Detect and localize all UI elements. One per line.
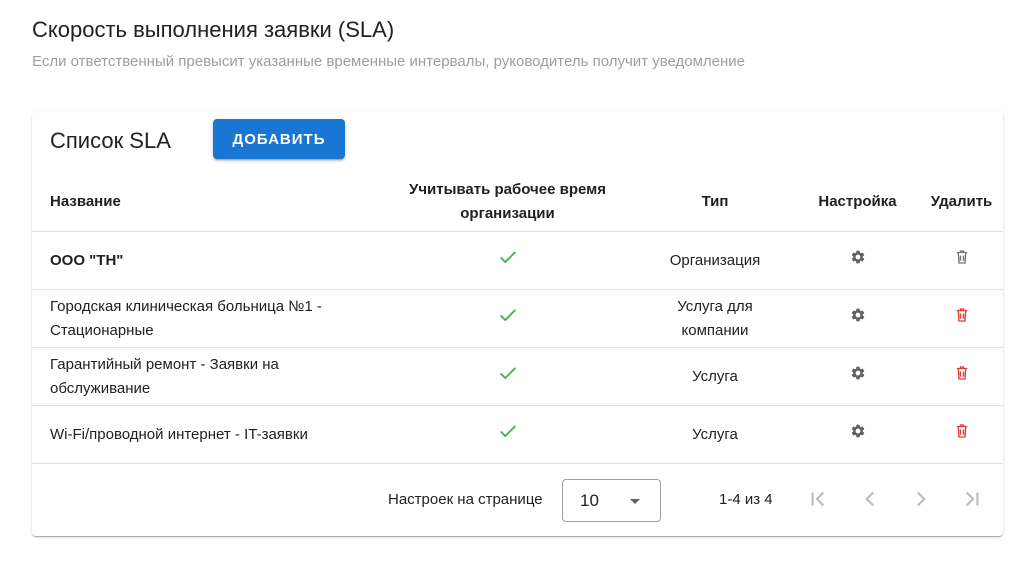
- trash-icon: [953, 248, 971, 274]
- check-icon: [497, 246, 519, 276]
- row-delete: [920, 231, 1003, 290]
- column-header-work-time-label: Учитывать рабочее время организации: [408, 180, 606, 222]
- check-icon: [497, 362, 519, 392]
- gear-icon[interactable]: [848, 363, 868, 391]
- row-work-time: [380, 231, 635, 290]
- page-title: Скорость выполнения заявки (SLA): [32, 17, 395, 42]
- row-delete: [920, 347, 1003, 406]
- gear-icon[interactable]: [848, 247, 868, 275]
- rows-per-page-label: Настроек на странице: [388, 491, 543, 508]
- row-settings: [795, 231, 920, 290]
- last-page-icon: [965, 491, 979, 507]
- add-button[interactable]: ДОБАВИТЬ: [213, 119, 345, 159]
- column-header-type: Тип: [635, 172, 795, 232]
- row-settings: [795, 405, 920, 464]
- row-name: Wi-Fi/проводной интернет - IT-заявки: [32, 405, 380, 464]
- row-type-label: Услуга: [692, 367, 738, 385]
- pagination-range: 1-4 из 4: [719, 491, 773, 508]
- row-type: Услуга для компании: [635, 289, 795, 348]
- pagination-footer: Настроек на странице 10 1-4 из 4: [32, 466, 1003, 536]
- row-type-label: Услуга: [692, 425, 738, 443]
- rows-per-page-select[interactable]: 10: [562, 479, 661, 522]
- row-name: Гарантийный ремонт - Заявки на обслужива…: [32, 347, 380, 406]
- row-type-label: Организация: [669, 251, 761, 269]
- row-work-time: [380, 347, 635, 406]
- table-row: Wi-Fi/проводной интернет - IT-заявки Услу…: [32, 405, 1003, 464]
- page-subtitle: Если ответственный превысит указанные вр…: [32, 53, 746, 70]
- row-delete: [920, 405, 1003, 464]
- rows-per-page-value: 10: [580, 491, 599, 510]
- row-work-time: [380, 289, 635, 348]
- previous-page-button[interactable]: [857, 486, 883, 512]
- sla-table: Название Учитывать рабочее время организ…: [32, 172, 1003, 464]
- trash-icon[interactable]: [953, 422, 971, 448]
- next-page-button[interactable]: [908, 486, 934, 512]
- last-page-button[interactable]: [959, 486, 985, 512]
- column-header-settings: Настройка: [795, 172, 920, 232]
- table-header-row: Название Учитывать рабочее время организ…: [32, 172, 1003, 232]
- chevron-left-icon: [865, 491, 875, 507]
- row-type: Услуга: [635, 405, 795, 464]
- row-type: Услуга: [635, 347, 795, 406]
- row-type-label: Услуга для компании: [677, 297, 753, 339]
- row-name: Городская клиническая больница №1 - Стац…: [32, 289, 380, 348]
- table-row: ООО "ТН" Организация: [32, 231, 1003, 290]
- first-page-button[interactable]: [805, 486, 831, 512]
- check-icon: [497, 420, 519, 450]
- row-type: Организация: [635, 231, 795, 290]
- card-title: Список SLA: [50, 128, 171, 153]
- column-header-name: Название: [32, 172, 380, 232]
- row-settings: [795, 289, 920, 348]
- row-settings: [795, 347, 920, 406]
- table-row: Городская клиническая больница №1 - Стац…: [32, 289, 1003, 348]
- trash-icon[interactable]: [953, 364, 971, 390]
- column-header-delete: Удалить: [920, 172, 1003, 232]
- first-page-icon: [811, 491, 825, 507]
- table-row: Гарантийный ремонт - Заявки на обслужива…: [32, 347, 1003, 406]
- gear-icon[interactable]: [848, 305, 868, 333]
- column-header-work-time: Учитывать рабочее время организации: [380, 172, 635, 232]
- gear-icon[interactable]: [848, 421, 868, 449]
- chevron-right-icon: [916, 491, 926, 507]
- row-name: ООО "ТН": [32, 231, 380, 290]
- check-icon: [497, 304, 519, 334]
- trash-icon[interactable]: [953, 306, 971, 332]
- row-work-time: [380, 405, 635, 464]
- chevron-down-icon: [630, 499, 640, 504]
- row-delete: [920, 289, 1003, 348]
- sla-card: Список SLA ДОБАВИТЬ Название Учитывать р…: [32, 111, 1003, 536]
